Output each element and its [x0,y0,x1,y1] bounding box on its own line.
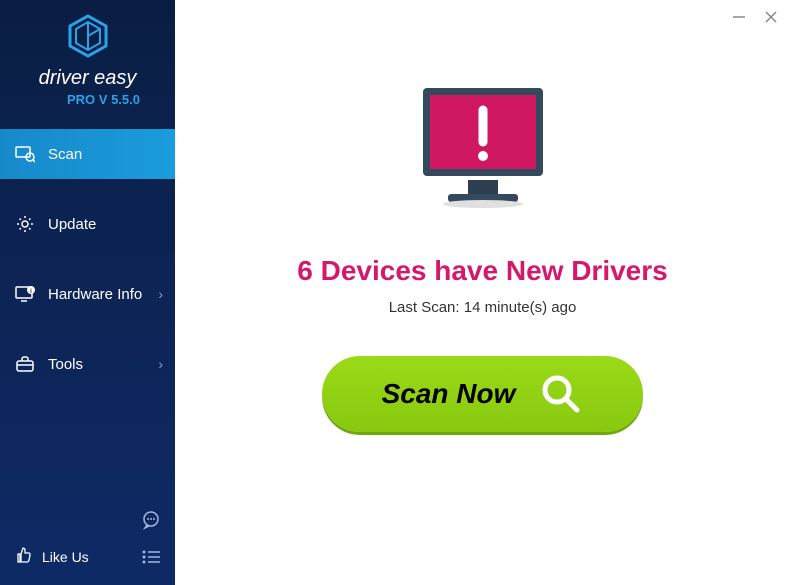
sidebar-item-hardware-info[interactable]: i Hardware Info › [0,269,175,319]
app-logo-icon [64,14,112,63]
like-us-label: Like Us [42,549,89,565]
main-content: 6 Devices have New Drivers Last Scan: 14… [175,0,790,585]
sidebar: driver easy PRO V 5.5.0 Scan Update [0,0,175,585]
sidebar-item-label: Update [48,216,96,233]
content-area: 6 Devices have New Drivers Last Scan: 14… [175,0,790,432]
sidebar-item-label: Tools [48,356,83,373]
headline: 6 Devices have New Drivers [297,255,667,287]
sidebar-item-label: Scan [48,146,82,163]
like-us-button[interactable]: Like Us [0,540,103,573]
close-button[interactable] [762,8,780,26]
logo-area: driver easy PRO V 5.5.0 [0,0,175,117]
window-controls [730,8,780,26]
chevron-right-icon: › [158,286,163,302]
chat-icon[interactable] [139,508,163,532]
magnify-icon [539,372,583,416]
sidebar-item-tools[interactable]: Tools › [0,339,175,389]
app-version: PRO V 5.5.0 [0,92,175,107]
minimize-button[interactable] [730,8,748,26]
toolbox-icon [14,353,36,375]
thumbs-up-icon [14,546,32,567]
scan-icon [14,143,36,165]
sidebar-item-update[interactable]: Update [0,199,175,249]
monitor-info-icon: i [14,283,36,305]
chevron-right-icon: › [158,356,163,372]
list-icon[interactable] [139,545,163,569]
gear-icon [14,213,36,235]
sidebar-item-scan[interactable]: Scan [0,129,175,179]
app-name: driver easy [0,67,175,90]
nav: Scan Update i Hardware Info [0,129,175,389]
last-scan-text: Last Scan: 14 minute(s) ago [389,299,577,316]
sidebar-bottom: Like Us [0,500,175,585]
alert-monitor-icon [408,80,558,225]
scan-now-button[interactable]: Scan Now [322,356,644,432]
scan-button-label: Scan Now [382,378,516,410]
sidebar-item-label: Hardware Info [48,286,142,303]
